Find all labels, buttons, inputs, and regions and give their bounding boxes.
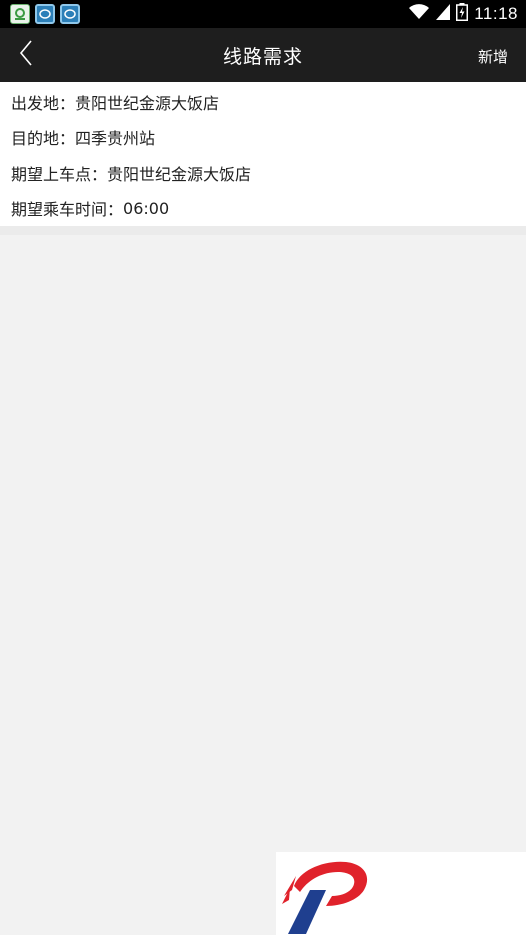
blue-app-icon [60,4,80,24]
clock: 11:18 [474,4,518,23]
time-value: 06:00 [123,198,170,218]
departure-label: 出发地： [11,93,76,113]
time-row: 期望乘车时间： 06:00 [0,191,526,227]
system-status: 11:18 [408,3,518,25]
destination-value: 四季贵州站 [75,129,156,149]
destination-row: 目的地： 四季贵州站 [0,120,526,156]
add-button[interactable]: 新增 [478,46,508,67]
departure-value: 贵阳世纪金源大饭店 [75,93,220,113]
page-title: 线路需求 [222,45,303,68]
notification-icons [10,4,80,24]
chevron-left-icon [19,40,33,70]
pickup-row: 期望上车点： 贵阳世纪金源大饭店 [0,155,526,191]
logo-watermark [276,852,526,935]
destination-label: 目的地： [11,129,76,149]
time-label: 期望乘车时间： [11,200,124,220]
pickup-label: 期望上车点： [11,164,108,184]
green-app-icon [10,4,30,24]
battery-icon [456,3,469,25]
back-button[interactable] [12,40,40,70]
departure-row: 出发地： 贵阳世纪金源大饭店 [0,84,526,120]
wifi-icon [408,4,430,24]
app-header: 线路需求 新增 [0,28,526,82]
status-bar: 11:18 [0,0,526,28]
route-info-panel: 出发地： 贵阳世纪金源大饭店 目的地： 四季贵州站 期望上车点： 贵阳世纪金源大饭店 … [0,82,526,226]
section-divider [0,226,526,235]
pickup-value: 贵阳世纪金源大饭店 [107,164,252,184]
blue-app-icon [35,4,55,24]
signal-icon [436,4,451,24]
